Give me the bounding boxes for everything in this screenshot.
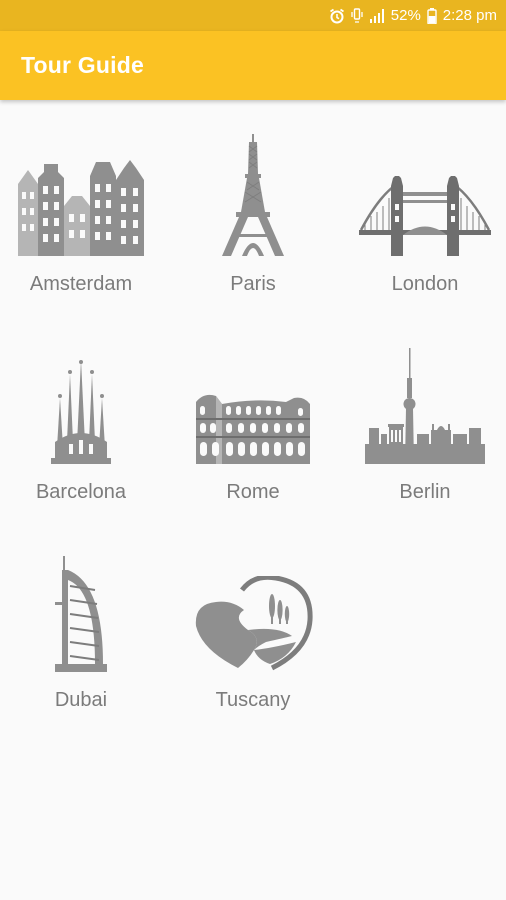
city-label: Dubai <box>54 689 108 711</box>
amsterdam-houses-icon <box>6 126 156 256</box>
city-tile-dubai[interactable]: Dubai <box>0 530 165 738</box>
burj-al-arab-icon <box>6 542 156 672</box>
city-label: Barcelona <box>35 481 127 503</box>
signal-icon <box>369 8 385 23</box>
city-tile-rome[interactable]: Rome <box>169 322 337 530</box>
vibrate-icon <box>351 7 363 24</box>
colosseum-icon <box>178 334 328 464</box>
sagrada-familia-icon <box>6 334 156 464</box>
city-tile-tuscany[interactable]: Tuscany <box>169 530 337 738</box>
city-label: London <box>391 273 459 295</box>
city-label: Amsterdam <box>29 273 133 295</box>
city-label: Tuscany <box>215 689 291 711</box>
eiffel-tower-icon <box>178 126 328 256</box>
battery-percent: 52% <box>390 7 421 24</box>
app-title: Tour Guide <box>21 52 144 78</box>
city-tile-amsterdam[interactable]: Amsterdam <box>0 114 165 322</box>
berlin-skyline-icon <box>350 334 500 464</box>
city-tile-barcelona[interactable]: Barcelona <box>0 322 165 530</box>
city-tile-paris[interactable]: Paris <box>169 114 337 322</box>
alarm-icon <box>329 8 345 24</box>
city-label: Berlin <box>399 481 451 503</box>
tuscany-heart-icon <box>178 542 328 672</box>
status-time: 2:28 pm <box>442 7 497 24</box>
city-tile-london[interactable]: London <box>341 114 506 322</box>
city-tile-berlin[interactable]: Berlin <box>341 322 506 530</box>
status-bar: 52% 2:28 pm <box>0 0 506 31</box>
tower-bridge-icon <box>350 126 500 256</box>
battery-icon <box>427 7 437 24</box>
city-label: Paris <box>230 273 276 295</box>
city-label: Rome <box>226 481 280 503</box>
app-bar: Tour Guide <box>0 31 506 100</box>
